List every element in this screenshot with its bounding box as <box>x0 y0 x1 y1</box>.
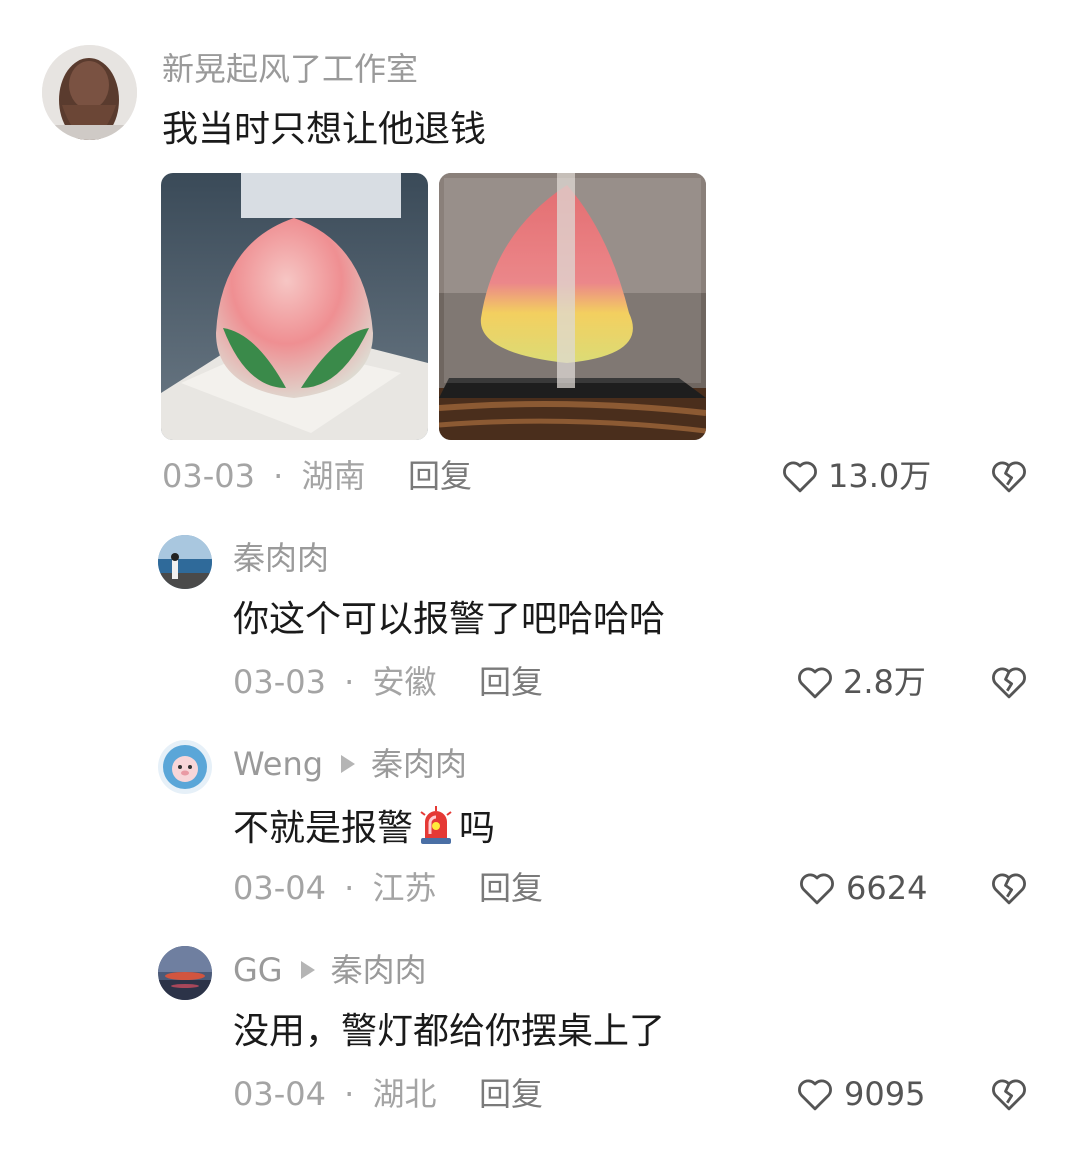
comment-image-peach-cake-box[interactable] <box>439 173 706 440</box>
avatar-image <box>42 45 137 140</box>
peach-cake-image <box>161 173 428 440</box>
comment-image-peach-cake[interactable] <box>161 173 428 440</box>
like-count: 2.8万 <box>843 663 926 701</box>
heart-icon[interactable] <box>794 661 836 703</box>
comment-text: 没用，警灯都给你摆桌上了 <box>233 1011 666 1052</box>
broken-heart-icon[interactable] <box>988 455 1030 497</box>
triangle-right-icon <box>300 961 315 979</box>
heart-icon[interactable] <box>779 455 821 497</box>
comment-date: 03-03 <box>233 663 326 701</box>
like-count: 13.0万 <box>828 457 932 495</box>
comment-date: 03-03 <box>162 457 255 495</box>
comment-text: 不就是报警 吗 <box>233 804 495 851</box>
avatar[interactable] <box>158 740 212 794</box>
separator-dot: · <box>344 663 355 701</box>
avatar-image <box>158 740 212 794</box>
broken-heart-icon[interactable] <box>988 661 1030 703</box>
comment-username[interactable]: 新晃起风了工作室 <box>162 49 418 89</box>
avatar-image <box>158 535 212 589</box>
avatar[interactable] <box>42 45 137 140</box>
commenter-name[interactable]: Weng <box>233 745 323 783</box>
reply-button[interactable]: 回复 <box>479 662 543 702</box>
peach-cake-box-image <box>439 173 706 440</box>
commenter-name[interactable]: GG <box>233 951 283 989</box>
comment-text-part: 不就是报警 <box>233 808 414 849</box>
reply-to-name[interactable]: 秦肉肉 <box>331 951 427 989</box>
broken-heart-icon[interactable] <box>988 867 1030 909</box>
triangle-right-icon <box>341 755 356 773</box>
comment-date: 03-04 <box>233 869 326 907</box>
heart-icon[interactable] <box>794 1073 836 1115</box>
heart-icon[interactable] <box>796 867 838 909</box>
avatar[interactable] <box>158 946 212 1000</box>
reply-button[interactable]: 回复 <box>479 868 543 908</box>
comment-text: 你这个可以报警了吧哈哈哈 <box>233 599 666 640</box>
separator-dot: · <box>344 1075 355 1113</box>
comment-meta: 03-04 · 湖北 <box>233 1074 437 1114</box>
reply-to-name[interactable]: 秦肉肉 <box>371 745 467 783</box>
reply-button[interactable]: 回复 <box>479 1074 543 1114</box>
police-light-emoji <box>420 806 452 844</box>
comment-location: 安徽 <box>372 663 437 701</box>
comment-list: 新晃起风了工作室 我当时只想让他退钱 03-03 · 湖南 回复 13.0万 秦… <box>0 0 1080 1160</box>
comment-location: 湖北 <box>372 1075 437 1113</box>
like-count: 6624 <box>846 869 928 907</box>
comment-text: 我当时只想让他退钱 <box>162 109 487 150</box>
comment-location: 江苏 <box>372 869 437 907</box>
like-count: 9095 <box>844 1075 926 1113</box>
comment-username: Weng 秦肉肉 <box>233 744 467 784</box>
comment-meta: 03-03 · 安徽 <box>233 662 437 702</box>
comment-meta: 03-04 · 江苏 <box>233 868 437 908</box>
broken-heart-icon[interactable] <box>988 1073 1030 1115</box>
separator-dot: · <box>344 869 355 907</box>
comment-location: 湖南 <box>301 457 366 495</box>
comment-username[interactable]: 秦肉肉 <box>233 538 329 578</box>
reply-button[interactable]: 回复 <box>408 456 472 496</box>
comment-date: 03-04 <box>233 1075 326 1113</box>
comment-meta: 03-03 · 湖南 <box>162 456 366 496</box>
avatar-image <box>158 946 212 1000</box>
comment-text-part: 吗 <box>459 808 496 849</box>
comment-username: GG 秦肉肉 <box>233 950 427 990</box>
separator-dot: · <box>273 457 284 495</box>
avatar[interactable] <box>158 535 212 589</box>
